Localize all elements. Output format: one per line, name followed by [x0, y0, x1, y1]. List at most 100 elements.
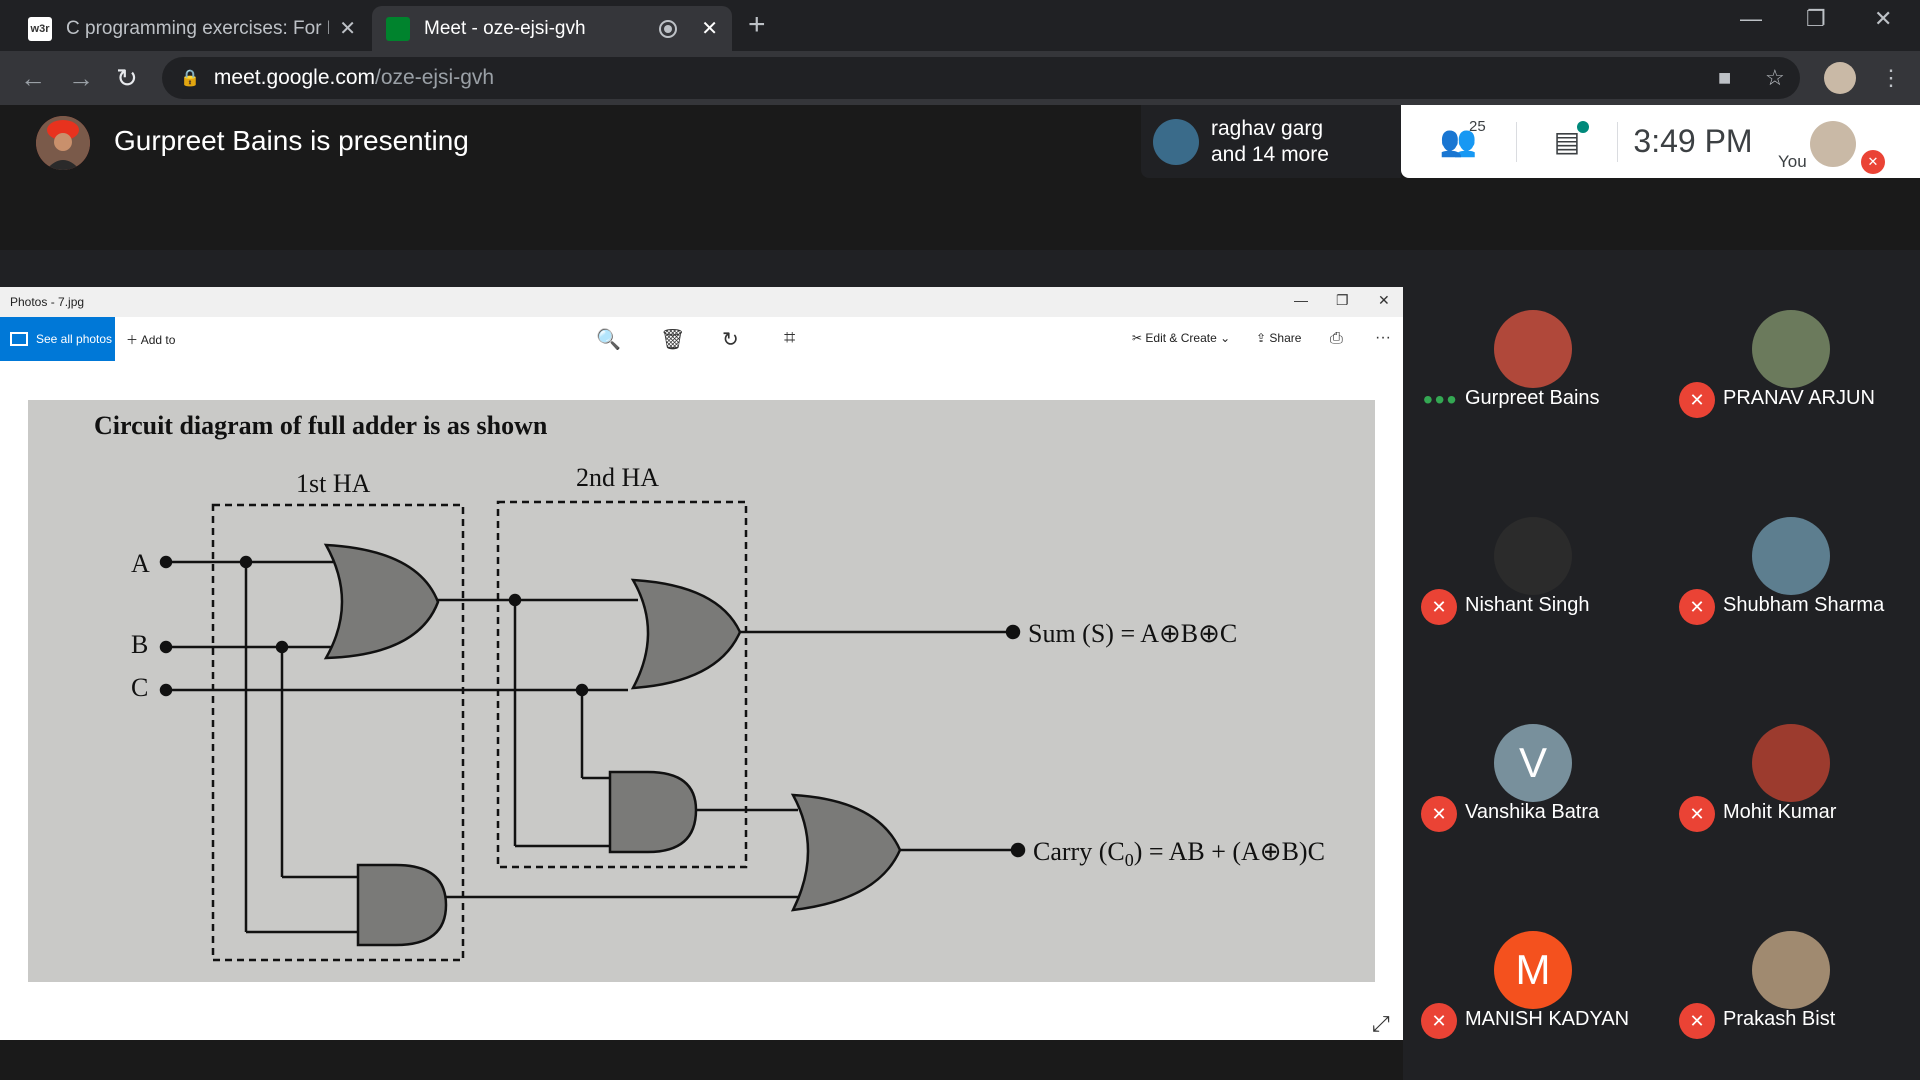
add-to-button[interactable]: ＋ Add to [126, 331, 175, 348]
participant-avatar [1494, 517, 1572, 595]
close-window-icon[interactable]: ✕ [1874, 6, 1892, 32]
participant-tile[interactable]: ✕ Nishant Singh [1403, 457, 1661, 664]
tab-title: C programming exercises: For Lo [66, 17, 330, 39]
presenter-avatar-graphic [36, 116, 90, 170]
restore-icon[interactable]: ❐ [1806, 6, 1826, 32]
see-all-photos-button[interactable]: See all photos [0, 317, 115, 361]
people-count: 25 [1469, 118, 1486, 135]
edit-create-label: Edit & Create [1145, 331, 1217, 345]
recording-indicator-icon [659, 19, 678, 38]
sum-output-label: Sum (S) = A⊕B⊕C [1028, 619, 1237, 648]
participant-name: Nishant Singh [1465, 594, 1590, 616]
participant-tile[interactable]: ✕ Prakash Bist [1661, 871, 1919, 1078]
participant-tile[interactable]: ••• Gurpreet Bains [1403, 250, 1661, 457]
participant-tile[interactable]: ✕ PRANAV ARJUN [1661, 250, 1919, 457]
photos-window-title: Photos - 7.jpg [0, 287, 1403, 317]
photo-icon [10, 332, 28, 346]
participant-avatar [1752, 310, 1830, 388]
address-bar[interactable]: 🔒 meet.google.com /oze-ejsi-gvh [162, 57, 1800, 99]
mic-off-icon: ✕ [1421, 589, 1457, 625]
participant-name: Mohit Kumar [1723, 801, 1837, 823]
mic-off-icon: ✕ [1861, 150, 1885, 174]
participant-name: Shubham Sharma [1723, 594, 1885, 616]
chat-icon: ▤ [1553, 126, 1581, 157]
input-a-label: A [131, 549, 150, 578]
chat-notification-dot [1577, 121, 1589, 133]
full-adder-circuit-diagram: Circuit diagram of full adder is as show… [28, 400, 1375, 982]
more-options-icon[interactable]: ··· [1375, 329, 1391, 347]
participant-avatar [1752, 931, 1830, 1009]
chat-button[interactable]: ▤ [1517, 121, 1617, 158]
mic-off-icon: ✕ [1421, 1003, 1457, 1039]
new-tab-icon[interactable]: + [748, 8, 766, 42]
and-gate-2 [608, 770, 698, 854]
participant-name: Prakash Bist [1723, 1008, 1836, 1030]
participant-tile[interactable]: M ✕ MANISH KADYAN [1403, 871, 1661, 1078]
participant-name: MANISH KADYAN [1465, 1008, 1630, 1030]
presentation-stage: Photos - 7.jpg — ❐ ✕ See all photos ＋ Ad… [0, 250, 1403, 1075]
minimize-icon[interactable]: — [1740, 6, 1762, 32]
input-c-label: C [131, 673, 148, 702]
forward-icon[interactable]: → [68, 63, 94, 94]
presenting-status-text: Gurpreet Bains is presenting [114, 125, 469, 156]
profile-avatar-icon[interactable] [1824, 62, 1856, 94]
rotate-icon[interactable]: ↻ [722, 327, 739, 352]
close-tab-icon[interactable]: ✕ [701, 16, 718, 41]
other-participants-preview[interactable]: raghav garg and 14 more [1141, 105, 1401, 178]
url-host: meet.google.com [213, 66, 376, 89]
participant-avatar [1494, 310, 1572, 388]
tab-title: Meet - oze-ejsi-gvh [424, 17, 586, 39]
share-label: Share [1269, 331, 1302, 345]
participant-tile[interactable]: V ✕ Vanshika Batra [1403, 664, 1661, 871]
participant-name: PRANAV ARJUN [1723, 387, 1875, 409]
print-icon[interactable]: ⎙ [1330, 330, 1343, 348]
people-button[interactable]: 👥 25 [1401, 118, 1516, 159]
bottom-bar [0, 1040, 1403, 1080]
w3r-favicon-icon: w3r [28, 16, 52, 41]
photos-minimize-icon[interactable]: — [1294, 292, 1308, 308]
speaking-indicator-icon: ••• [1423, 384, 1459, 415]
mic-off-icon: ✕ [1679, 589, 1715, 625]
carry-output-label: Carry (C0) = AB + (A⊕B)C [1033, 837, 1325, 870]
expand-icon[interactable]: ⤢ [1372, 1011, 1390, 1037]
zoom-icon[interactable]: 🔍 [596, 327, 621, 352]
photos-restore-icon[interactable]: ❐ [1336, 292, 1349, 309]
carry-label-sub: 0 [1125, 850, 1134, 870]
participant-tile[interactable]: ✕ Mohit Kumar [1661, 664, 1919, 871]
carry-label-start: Carry (C [1033, 837, 1125, 866]
crop-icon[interactable]: ⌗ [784, 327, 795, 350]
meet-favicon-icon [386, 16, 410, 41]
delete-icon[interactable]: 🗑 [660, 327, 685, 352]
mic-off-icon: ✕ [1679, 382, 1715, 418]
participant-tile[interactable]: ✕ Shubham Sharma [1661, 457, 1919, 664]
share-button[interactable]: ⇪ Share [1256, 331, 1301, 345]
photos-close-icon[interactable]: ✕ [1378, 292, 1390, 309]
tab-meet[interactable]: Meet - oze-ejsi-gvh ✕ [372, 6, 732, 51]
tab-strip: w3r C programming exercises: For Lo ✕ Me… [0, 0, 1920, 51]
mic-off-icon: ✕ [1421, 796, 1457, 832]
self-label: You [1778, 152, 1807, 171]
and-gate-1 [356, 863, 448, 947]
self-view-tile[interactable]: You ✕ [1768, 105, 1893, 178]
browser-toolbar: ← → ↻ 🔒 meet.google.com /oze-ejsi-gvh ■ … [0, 51, 1920, 105]
close-tab-icon[interactable]: ✕ [339, 16, 356, 41]
camera-icon[interactable]: ■ [1718, 65, 1731, 91]
back-icon[interactable]: ← [20, 63, 46, 94]
diagram-title: Circuit diagram of full adder is as show… [94, 411, 548, 440]
photos-toolbar: See all photos ＋ Add to 🔍 🗑 ↻ ⌗ ✂ Edit &… [0, 317, 1403, 361]
tab-w3resource[interactable]: w3r C programming exercises: For Lo ✕ [14, 6, 370, 51]
participant-avatar: M [1494, 931, 1572, 1009]
participant-avatar [1752, 724, 1830, 802]
viewer-name: raghav garg [1211, 116, 1324, 140]
meeting-info-bar: 👥 25 ▤ 3:49 PM You ✕ [1401, 105, 1920, 178]
reload-icon[interactable]: ↻ [116, 63, 138, 94]
url-path: /oze-ejsi-gvh [375, 66, 495, 89]
participant-name: Gurpreet Bains [1465, 387, 1600, 409]
edit-create-button[interactable]: ✂ Edit & Create ⌄ [1132, 331, 1230, 345]
label-second-ha: 2nd HA [576, 463, 659, 492]
participant-avatar [1752, 517, 1830, 595]
menu-kebab-icon[interactable]: ⋮ [1880, 65, 1902, 91]
carry-label-end: ) = AB + (A⊕B)C [1134, 837, 1325, 866]
add-to-label: Add to [140, 333, 176, 347]
bookmark-star-icon[interactable]: ☆ [1765, 65, 1785, 91]
